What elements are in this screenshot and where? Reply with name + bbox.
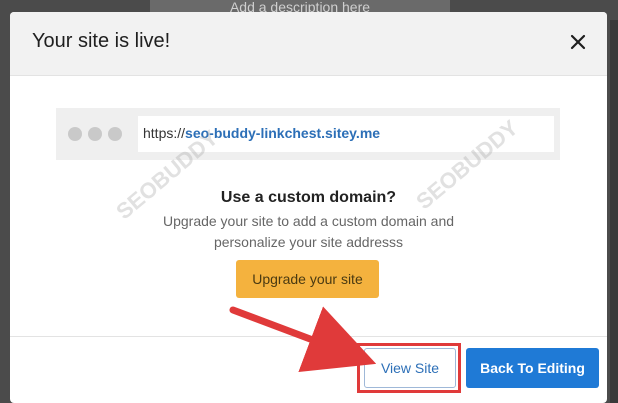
custom-domain-description-line1: Upgrade your site to add a custom domain… xyxy=(162,213,455,229)
back-to-editing-button[interactable]: Back To Editing xyxy=(466,348,599,388)
modal-header: Your site is live! xyxy=(10,12,607,76)
url-prefix: https:// xyxy=(143,125,186,141)
modal-footer: View Site Back To Editing xyxy=(10,336,607,403)
custom-domain-description-line2: personalize your site addresss xyxy=(213,234,404,250)
site-live-modal: Your site is live! https://seo-buddy-lin… xyxy=(10,12,607,403)
site-url-link[interactable]: seo-buddy-linkchest.sitey.me xyxy=(185,125,380,141)
upgrade-site-button[interactable]: Upgrade your site xyxy=(236,260,379,298)
browser-url-preview: https://seo-buddy-linkchest.sitey.me xyxy=(56,108,560,160)
window-dot-icon xyxy=(88,127,102,141)
view-site-button[interactable]: View Site xyxy=(364,348,456,388)
close-icon[interactable] xyxy=(567,31,589,53)
modal-title: Your site is live! xyxy=(32,30,171,52)
site-url: https://seo-buddy-linkchest.sitey.me xyxy=(143,125,380,141)
window-dot-icon xyxy=(68,127,82,141)
background-edge xyxy=(610,20,618,403)
window-dot-icon xyxy=(108,127,122,141)
custom-domain-heading: Use a custom domain? xyxy=(220,189,397,206)
